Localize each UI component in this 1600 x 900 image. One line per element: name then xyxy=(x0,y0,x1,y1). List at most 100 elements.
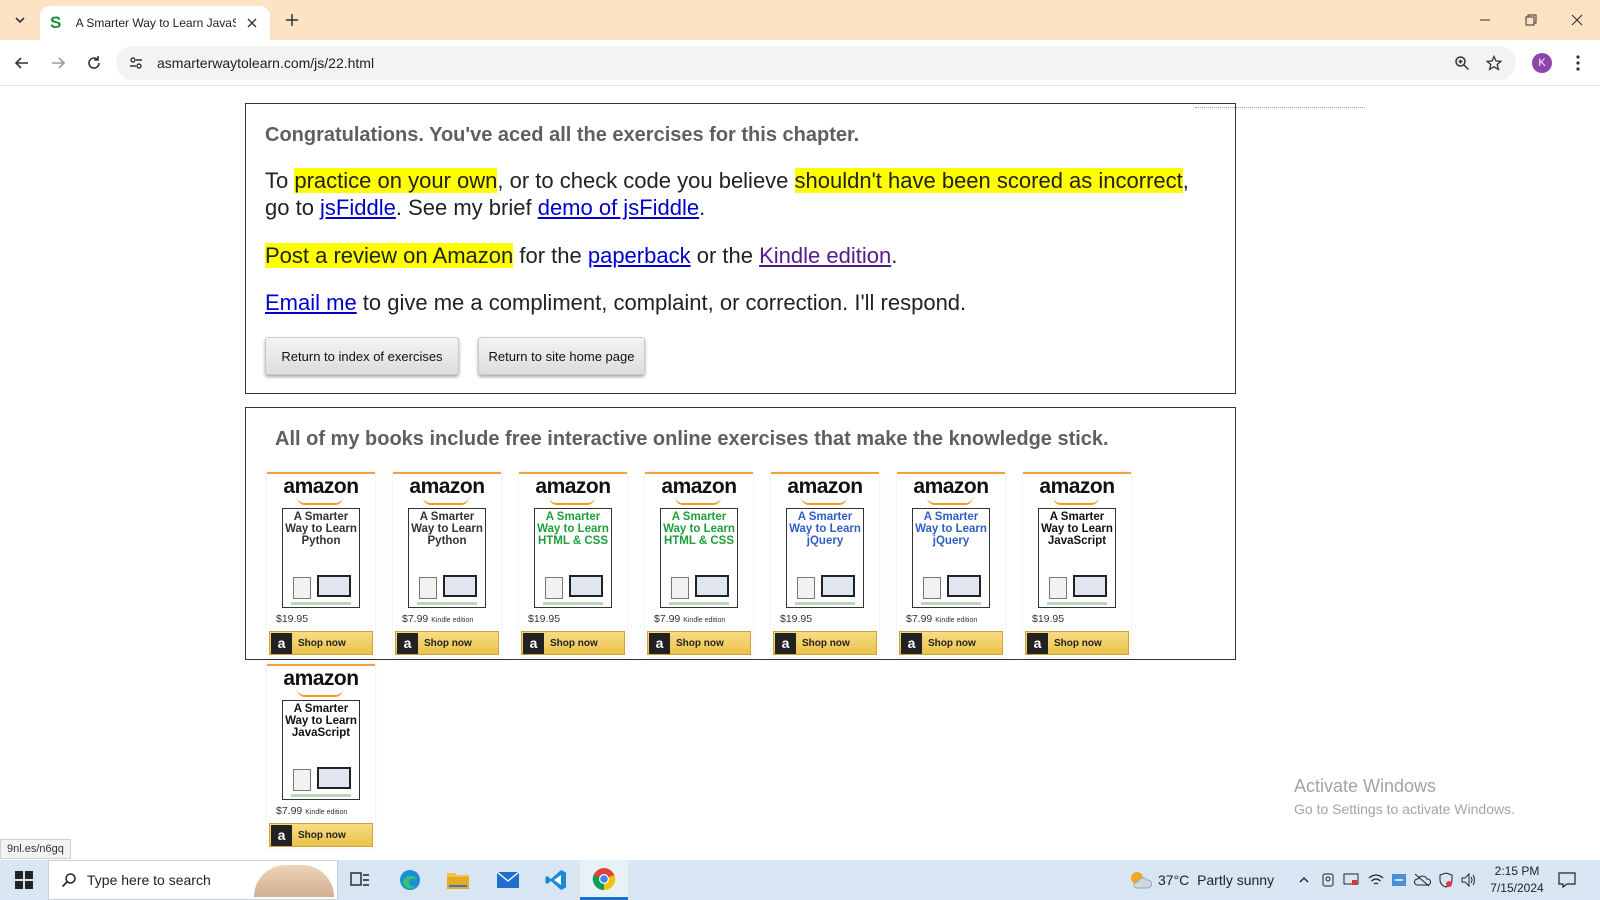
reload-button[interactable] xyxy=(82,51,106,75)
text-span: for the xyxy=(513,243,588,268)
site-info-button[interactable] xyxy=(126,53,146,73)
tab-search-button[interactable] xyxy=(8,8,32,32)
shop-now-button[interactable]: a Shop now xyxy=(899,631,1003,655)
notifications-button[interactable] xyxy=(1556,870,1578,890)
cover-footer-strip xyxy=(291,602,351,605)
weather-widget[interactable]: 37°C Partly sunny xyxy=(1128,870,1274,890)
chevron-up-icon xyxy=(1299,877,1309,883)
amazon-smile-icon xyxy=(675,497,721,505)
shop-now-button[interactable]: a Shop now xyxy=(647,631,751,655)
search-placeholder: Type here to search xyxy=(87,872,211,888)
kindle-edition-link[interactable]: Kindle edition xyxy=(759,243,891,268)
book-ad-card[interactable]: amazon A Smarter Way to Learn jQuery $19.9… xyxy=(771,472,879,657)
chrome-app-button[interactable] xyxy=(580,860,628,900)
shop-now-button[interactable]: a Shop now xyxy=(1025,631,1129,655)
book-cover: A Smarter Way to Learn HTML & CSS xyxy=(534,508,612,608)
shop-now-label: Shop now xyxy=(676,637,724,649)
forward-button[interactable] xyxy=(46,51,70,75)
browser-tab[interactable]: S A Smarter Way to Learn JavaScr xyxy=(40,6,270,40)
browser-toolbar: asmarterwaytolearn.com/js/22.html K xyxy=(0,40,1600,86)
edge-app-button[interactable] xyxy=(386,860,434,900)
zoom-button[interactable] xyxy=(1452,53,1472,73)
amazon-logo-icon: amazon xyxy=(661,475,737,498)
email-me-link[interactable]: Email me xyxy=(265,290,357,315)
star-icon xyxy=(1486,55,1502,71)
arrow-right-icon xyxy=(52,57,66,69)
network-button[interactable] xyxy=(1366,870,1386,890)
book-title: A Smarter Way to Learn HTML & CSS xyxy=(537,511,609,547)
bookmark-button[interactable] xyxy=(1484,53,1504,73)
book-ad-card[interactable]: amazon A Smarter Way to Learn JavaScript $… xyxy=(267,664,375,849)
review-paragraph: Post a review on Amazon for the paperbac… xyxy=(265,242,897,269)
restore-icon xyxy=(1525,14,1537,26)
status-bar-url: 9nl.es/n6gq xyxy=(0,839,71,859)
tray-defender-button[interactable] xyxy=(1389,870,1409,890)
tab-close-button[interactable] xyxy=(244,15,260,31)
amazon-smile-icon xyxy=(423,497,469,505)
mail-app-button[interactable] xyxy=(484,860,532,900)
shop-now-button[interactable]: a Shop now xyxy=(395,631,499,655)
shop-now-button[interactable]: a Shop now xyxy=(269,823,373,847)
back-button[interactable] xyxy=(10,51,34,75)
shop-now-button[interactable]: a Shop now xyxy=(521,631,625,655)
task-view-button[interactable] xyxy=(336,860,384,900)
jsfiddle-link[interactable]: jsFiddle xyxy=(320,195,396,220)
return-home-button[interactable]: Return to site home page xyxy=(478,337,645,375)
books-heading: All of my books include free interactive… xyxy=(275,428,1109,450)
cover-footer-strip xyxy=(417,602,477,605)
laptop-illustration-icon xyxy=(569,575,603,597)
close-window-button[interactable] xyxy=(1565,8,1589,32)
tray-vpn-button[interactable] xyxy=(1436,870,1456,890)
book-ad-card[interactable]: amazon A Smarter Way to Learn Python $19.9… xyxy=(267,472,375,657)
book-illustration-icon xyxy=(545,577,563,599)
meet-icon xyxy=(1322,873,1334,887)
tray-app-button[interactable] xyxy=(1318,870,1338,890)
email-paragraph: Email me to give me a compliment, compla… xyxy=(265,289,966,316)
start-button[interactable] xyxy=(0,860,48,900)
taskbar-search-box[interactable]: Type here to search xyxy=(48,860,338,900)
text-span: . xyxy=(699,195,706,220)
book-ad-card[interactable]: amazon A Smarter Way to Learn JavaScript $… xyxy=(1023,472,1131,657)
more-vert-icon xyxy=(1576,55,1580,71)
return-index-button[interactable]: Return to index of exercises xyxy=(265,337,459,375)
shop-now-button[interactable]: a Shop now xyxy=(269,631,373,655)
vscode-icon xyxy=(545,870,566,890)
amazon-a-icon: a xyxy=(901,632,922,654)
book-cover: A Smarter Way to Learn jQuery xyxy=(786,508,864,608)
clock-date: 7/15/2024 xyxy=(1490,881,1544,895)
new-tab-button[interactable] xyxy=(282,10,302,30)
vscode-app-button[interactable] xyxy=(532,860,580,900)
laptop-illustration-icon xyxy=(947,575,981,597)
minimize-button[interactable] xyxy=(1473,8,1497,32)
profile-avatar[interactable]: K xyxy=(1532,53,1552,73)
address-bar[interactable]: asmarterwaytolearn.com/js/22.html xyxy=(116,46,1516,80)
book-ad-card[interactable]: amazon A Smarter Way to Learn jQuery $7.99… xyxy=(897,472,1005,657)
book-ad-card[interactable]: amazon A Smarter Way to Learn HTML & CSS $… xyxy=(645,472,753,657)
file-explorer-button[interactable] xyxy=(434,860,482,900)
onedrive-button[interactable] xyxy=(1412,870,1432,890)
book-price: $19.95 xyxy=(276,613,309,625)
taskbar-clock[interactable]: 2:15 PM 7/15/2024 xyxy=(1484,863,1550,897)
cover-footer-strip xyxy=(543,602,603,605)
book-ad-card[interactable]: amazon A Smarter Way to Learn HTML & CSS $… xyxy=(519,472,627,657)
paperback-link[interactable]: paperback xyxy=(588,243,691,268)
demo-jsfiddle-link[interactable]: demo of jsFiddle xyxy=(538,195,699,220)
browser-menu-button[interactable] xyxy=(1568,53,1588,73)
volume-button[interactable] xyxy=(1459,870,1479,890)
plus-icon xyxy=(286,14,298,26)
show-hidden-icons-button[interactable] xyxy=(1294,870,1314,890)
shop-now-button[interactable]: a Shop now xyxy=(773,631,877,655)
cloud-off-icon xyxy=(1413,873,1431,887)
book-illustration-icon xyxy=(1049,577,1067,599)
text-span: To xyxy=(265,168,295,193)
book-price: $7.99 xyxy=(276,805,303,817)
book-title: A Smarter Way to Learn JavaScript xyxy=(285,703,357,739)
tab-title: A Smarter Way to Learn JavaScr xyxy=(75,16,237,30)
restore-button[interactable] xyxy=(1519,8,1543,32)
practice-paragraph: To practice on your own, or to check cod… xyxy=(265,167,1215,221)
amazon-logo-icon: amazon xyxy=(283,667,359,690)
book-ad-card[interactable]: amazon A Smarter Way to Learn Python $7.99… xyxy=(393,472,501,657)
tray-security-button[interactable] xyxy=(1341,870,1361,890)
notification-icon xyxy=(1558,872,1576,888)
book-title: A Smarter Way to Learn HTML & CSS xyxy=(663,511,735,547)
